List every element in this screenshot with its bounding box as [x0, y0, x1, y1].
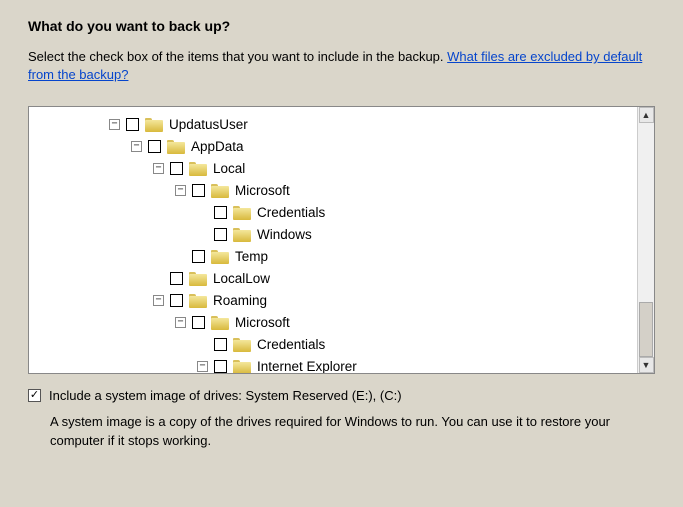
collapse-toggle[interactable]: − — [153, 163, 164, 174]
scroll-thumb[interactable] — [639, 302, 653, 357]
folder-icon — [233, 205, 251, 220]
tree-label: Temp — [235, 249, 268, 264]
expander-placeholder — [153, 273, 164, 284]
tree-row[interactable]: − UpdatusUser — [29, 113, 654, 135]
tree-checkbox[interactable] — [148, 140, 161, 153]
tree-row[interactable]: − AppData — [29, 135, 654, 157]
tree-checkbox[interactable] — [192, 250, 205, 263]
tree-label: AppData — [191, 139, 244, 154]
tree-row[interactable]: Credentials — [29, 333, 654, 355]
tree-label: Local — [213, 161, 245, 176]
tree-label: Microsoft — [235, 315, 290, 330]
tree-label: Internet Explorer — [257, 359, 357, 374]
scrollbar[interactable]: ▲ ▼ — [637, 107, 654, 373]
folder-icon — [189, 161, 207, 176]
collapse-toggle[interactable]: − — [175, 317, 186, 328]
tree-label: LocalLow — [213, 271, 270, 286]
folder-icon — [211, 315, 229, 330]
collapse-toggle[interactable]: − — [175, 185, 186, 196]
tree-row[interactable]: − Roaming — [29, 289, 654, 311]
expander-placeholder — [197, 339, 208, 350]
tree-label: Microsoft — [235, 183, 290, 198]
folder-icon — [145, 117, 163, 132]
tree-row[interactable]: − Microsoft — [29, 179, 654, 201]
instruction-prefix: Select the check box of the items that y… — [28, 49, 447, 64]
tree-checkbox[interactable] — [214, 206, 227, 219]
tree-checkbox[interactable] — [214, 360, 227, 373]
tree-row[interactable]: Credentials — [29, 201, 654, 223]
tree-row[interactable]: − Internet Explorer — [29, 355, 654, 374]
tree-checkbox[interactable] — [126, 118, 139, 131]
collapse-toggle[interactable]: − — [131, 141, 142, 152]
tree-label: UpdatusUser — [169, 117, 248, 132]
expander-placeholder — [197, 229, 208, 240]
tree-row[interactable]: Temp — [29, 245, 654, 267]
tree-row[interactable]: Windows — [29, 223, 654, 245]
collapse-toggle[interactable]: − — [197, 361, 208, 372]
scroll-down-button[interactable]: ▼ — [639, 357, 654, 373]
expander-placeholder — [197, 207, 208, 218]
tree-checkbox[interactable] — [170, 272, 183, 285]
tree-label: Windows — [257, 227, 312, 242]
folder-icon — [189, 271, 207, 286]
folder-icon — [167, 139, 185, 154]
page-title: What do you want to back up? — [28, 18, 655, 34]
tree-checkbox[interactable] — [214, 338, 227, 351]
tree-checkbox[interactable] — [192, 316, 205, 329]
expander-placeholder — [175, 251, 186, 262]
tree-checkbox[interactable] — [192, 184, 205, 197]
tree-checkbox[interactable] — [214, 228, 227, 241]
system-image-label: Include a system image of drives: System… — [49, 388, 402, 403]
tree-root: − UpdatusUser − AppData − Local − Microsoft Cred… — [29, 107, 654, 374]
system-image-description: A system image is a copy of the drives r… — [50, 413, 655, 449]
tree-row[interactable]: − Local — [29, 157, 654, 179]
collapse-toggle[interactable]: − — [109, 119, 120, 130]
folder-icon — [211, 249, 229, 264]
folder-icon — [233, 337, 251, 352]
collapse-toggle[interactable]: − — [153, 295, 164, 306]
tree-checkbox[interactable] — [170, 294, 183, 307]
scroll-track[interactable] — [638, 123, 654, 357]
folder-icon — [233, 227, 251, 242]
system-image-checkbox[interactable]: ✓ — [28, 389, 41, 402]
folder-icon — [233, 359, 251, 374]
folder-icon — [211, 183, 229, 198]
scroll-up-button[interactable]: ▲ — [639, 107, 654, 123]
folder-icon — [189, 293, 207, 308]
tree-label: Roaming — [213, 293, 267, 308]
tree-row[interactable]: − Microsoft — [29, 311, 654, 333]
tree-label: Credentials — [257, 337, 325, 352]
tree-label: Credentials — [257, 205, 325, 220]
tree-checkbox[interactable] — [170, 162, 183, 175]
instruction-text: Select the check box of the items that y… — [28, 48, 655, 84]
tree-panel: − UpdatusUser − AppData − Local − Microsoft Cred… — [28, 106, 655, 374]
tree-row[interactable]: LocalLow — [29, 267, 654, 289]
